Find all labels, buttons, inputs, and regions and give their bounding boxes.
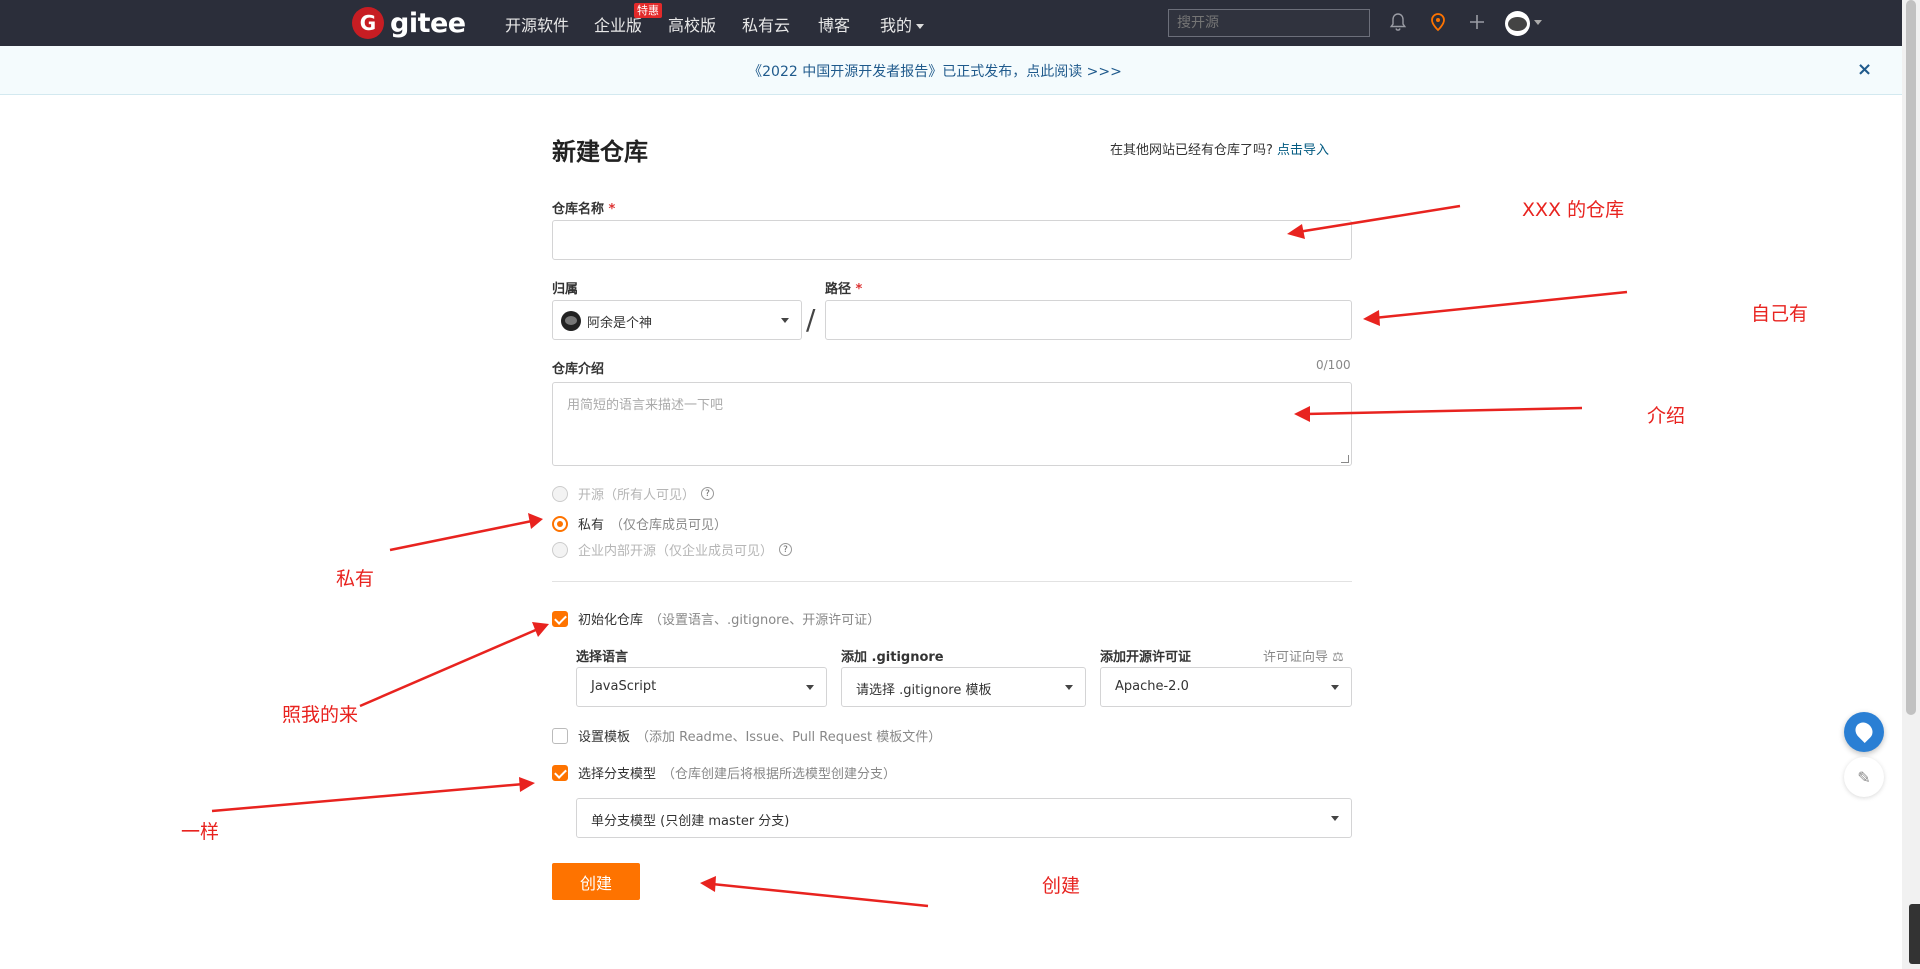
arrow-private-head xyxy=(528,513,543,529)
annotation-private: 私有 xyxy=(336,568,375,590)
arrow-follow-line xyxy=(359,627,539,708)
scrollbar-thumb[interactable] xyxy=(1906,0,1916,715)
arrow-repo-name-line xyxy=(1297,204,1461,234)
arrow-create-line xyxy=(711,882,929,908)
annotation-arrows xyxy=(211,204,1628,908)
arrow-create-head xyxy=(700,876,716,892)
assistant-float-button[interactable] xyxy=(1844,712,1884,752)
annotation-follow: 照我的来 xyxy=(282,704,359,726)
arrow-same-line xyxy=(211,782,525,813)
annotation-path: 自己有 xyxy=(1751,303,1809,325)
arrow-intro-head xyxy=(1294,406,1310,422)
arrow-intro-line xyxy=(1305,406,1583,416)
page-scrollbar[interactable] xyxy=(1902,0,1920,969)
annotation-intro: 介绍 xyxy=(1647,405,1686,427)
annotation-same: 一样 xyxy=(181,821,220,843)
annotation-create: 创建 xyxy=(1042,875,1081,897)
arrow-path-line xyxy=(1373,290,1628,320)
annotation-repo-name: XXX 的仓库 xyxy=(1522,199,1625,221)
feedback-edit-icon[interactable]: ✎ xyxy=(1844,757,1884,797)
arrow-private-line xyxy=(389,519,533,552)
side-widget[interactable] xyxy=(1909,904,1920,964)
arrow-same-head xyxy=(519,777,535,792)
arrow-path-head xyxy=(1363,310,1380,326)
arrow-repo-name-head xyxy=(1287,224,1305,239)
